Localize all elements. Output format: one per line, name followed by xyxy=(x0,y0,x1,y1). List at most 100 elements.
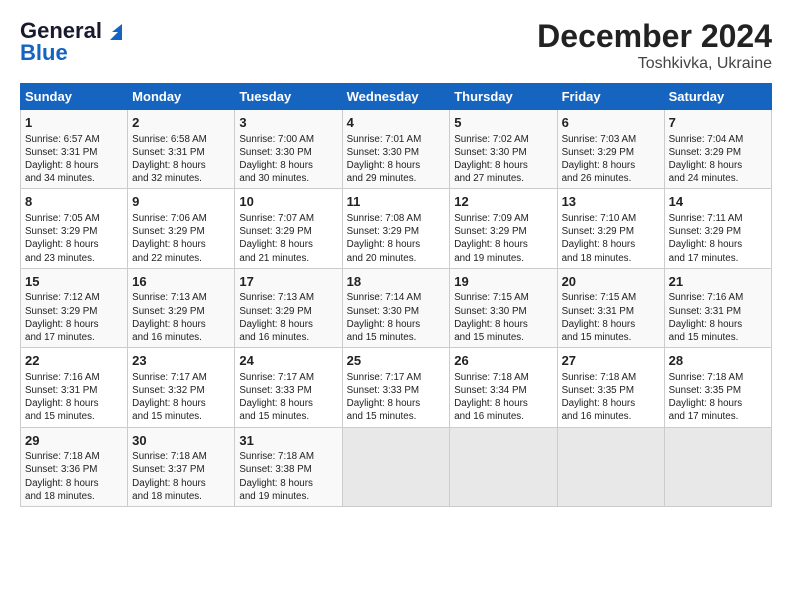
calendar-cell: 11Sunrise: 7:08 AM Sunset: 3:29 PM Dayli… xyxy=(342,189,450,268)
day-info: Sunrise: 7:10 AM Sunset: 3:29 PM Dayligh… xyxy=(562,212,660,265)
day-number: 13 xyxy=(562,193,660,211)
day-info: Sunrise: 7:05 AM Sunset: 3:29 PM Dayligh… xyxy=(25,212,123,265)
day-number: 6 xyxy=(562,114,660,132)
day-number: 27 xyxy=(562,352,660,370)
calendar-cell xyxy=(664,427,771,506)
header-cell-sunday: Sunday xyxy=(21,84,128,110)
header-cell-tuesday: Tuesday xyxy=(235,84,342,110)
header-cell-saturday: Saturday xyxy=(664,84,771,110)
calendar-cell xyxy=(342,427,450,506)
day-info: Sunrise: 6:57 AM Sunset: 3:31 PM Dayligh… xyxy=(25,133,123,186)
day-number: 20 xyxy=(562,273,660,291)
calendar-cell: 31Sunrise: 7:18 AM Sunset: 3:38 PM Dayli… xyxy=(235,427,342,506)
calendar-body: 1Sunrise: 6:57 AM Sunset: 3:31 PM Daylig… xyxy=(21,110,772,507)
calendar-cell: 17Sunrise: 7:13 AM Sunset: 3:29 PM Dayli… xyxy=(235,268,342,347)
calendar-week-3: 22Sunrise: 7:16 AM Sunset: 3:31 PM Dayli… xyxy=(21,348,772,427)
header-cell-wednesday: Wednesday xyxy=(342,84,450,110)
calendar-cell: 14Sunrise: 7:11 AM Sunset: 3:29 PM Dayli… xyxy=(664,189,771,268)
day-info: Sunrise: 7:00 AM Sunset: 3:30 PM Dayligh… xyxy=(239,133,337,186)
day-info: Sunrise: 7:18 AM Sunset: 3:38 PM Dayligh… xyxy=(239,450,337,503)
day-info: Sunrise: 7:06 AM Sunset: 3:29 PM Dayligh… xyxy=(132,212,230,265)
day-number: 17 xyxy=(239,273,337,291)
calendar-cell: 21Sunrise: 7:16 AM Sunset: 3:31 PM Dayli… xyxy=(664,268,771,347)
day-number: 14 xyxy=(669,193,767,211)
calendar-cell: 7Sunrise: 7:04 AM Sunset: 3:29 PM Daylig… xyxy=(664,110,771,189)
day-info: Sunrise: 7:17 AM Sunset: 3:32 PM Dayligh… xyxy=(132,371,230,424)
calendar-cell: 18Sunrise: 7:14 AM Sunset: 3:30 PM Dayli… xyxy=(342,268,450,347)
day-info: Sunrise: 6:58 AM Sunset: 3:31 PM Dayligh… xyxy=(132,133,230,186)
calendar-cell: 24Sunrise: 7:17 AM Sunset: 3:33 PM Dayli… xyxy=(235,348,342,427)
calendar-cell: 23Sunrise: 7:17 AM Sunset: 3:32 PM Dayli… xyxy=(128,348,235,427)
day-number: 7 xyxy=(669,114,767,132)
calendar-cell: 27Sunrise: 7:18 AM Sunset: 3:35 PM Dayli… xyxy=(557,348,664,427)
day-info: Sunrise: 7:07 AM Sunset: 3:29 PM Dayligh… xyxy=(239,212,337,265)
day-info: Sunrise: 7:03 AM Sunset: 3:29 PM Dayligh… xyxy=(562,133,660,186)
calendar-cell: 6Sunrise: 7:03 AM Sunset: 3:29 PM Daylig… xyxy=(557,110,664,189)
day-number: 5 xyxy=(454,114,552,132)
day-info: Sunrise: 7:18 AM Sunset: 3:37 PM Dayligh… xyxy=(132,450,230,503)
day-number: 18 xyxy=(347,273,446,291)
day-number: 26 xyxy=(454,352,552,370)
day-number: 2 xyxy=(132,114,230,132)
calendar-header: SundayMondayTuesdayWednesdayThursdayFrid… xyxy=(21,84,772,110)
page: General Blue December 2024 Toshkivka, Uk… xyxy=(0,0,792,517)
logo: General Blue xyxy=(20,18,122,66)
calendar-cell: 29Sunrise: 7:18 AM Sunset: 3:36 PM Dayli… xyxy=(21,427,128,506)
calendar-cell: 2Sunrise: 6:58 AM Sunset: 3:31 PM Daylig… xyxy=(128,110,235,189)
calendar-cell: 9Sunrise: 7:06 AM Sunset: 3:29 PM Daylig… xyxy=(128,189,235,268)
day-number: 19 xyxy=(454,273,552,291)
day-info: Sunrise: 7:08 AM Sunset: 3:29 PM Dayligh… xyxy=(347,212,446,265)
calendar-week-0: 1Sunrise: 6:57 AM Sunset: 3:31 PM Daylig… xyxy=(21,110,772,189)
day-info: Sunrise: 7:18 AM Sunset: 3:36 PM Dayligh… xyxy=(25,450,123,503)
day-info: Sunrise: 7:13 AM Sunset: 3:29 PM Dayligh… xyxy=(132,291,230,344)
logo-bird-icon xyxy=(104,22,122,40)
calendar-cell: 19Sunrise: 7:15 AM Sunset: 3:30 PM Dayli… xyxy=(450,268,557,347)
header-cell-friday: Friday xyxy=(557,84,664,110)
calendar-cell: 10Sunrise: 7:07 AM Sunset: 3:29 PM Dayli… xyxy=(235,189,342,268)
calendar-week-1: 8Sunrise: 7:05 AM Sunset: 3:29 PM Daylig… xyxy=(21,189,772,268)
header-cell-thursday: Thursday xyxy=(450,84,557,110)
day-number: 10 xyxy=(239,193,337,211)
day-info: Sunrise: 7:18 AM Sunset: 3:34 PM Dayligh… xyxy=(454,371,552,424)
day-info: Sunrise: 7:17 AM Sunset: 3:33 PM Dayligh… xyxy=(239,371,337,424)
day-info: Sunrise: 7:17 AM Sunset: 3:33 PM Dayligh… xyxy=(347,371,446,424)
day-number: 22 xyxy=(25,352,123,370)
day-number: 23 xyxy=(132,352,230,370)
day-info: Sunrise: 7:14 AM Sunset: 3:30 PM Dayligh… xyxy=(347,291,446,344)
calendar-week-4: 29Sunrise: 7:18 AM Sunset: 3:36 PM Dayli… xyxy=(21,427,772,506)
day-number: 1 xyxy=(25,114,123,132)
day-number: 12 xyxy=(454,193,552,211)
location: Toshkivka, Ukraine xyxy=(537,55,772,73)
day-number: 28 xyxy=(669,352,767,370)
calendar-cell: 13Sunrise: 7:10 AM Sunset: 3:29 PM Dayli… xyxy=(557,189,664,268)
calendar-cell: 4Sunrise: 7:01 AM Sunset: 3:30 PM Daylig… xyxy=(342,110,450,189)
day-number: 9 xyxy=(132,193,230,211)
day-number: 16 xyxy=(132,273,230,291)
day-info: Sunrise: 7:04 AM Sunset: 3:29 PM Dayligh… xyxy=(669,133,767,186)
day-number: 24 xyxy=(239,352,337,370)
calendar-cell: 1Sunrise: 6:57 AM Sunset: 3:31 PM Daylig… xyxy=(21,110,128,189)
calendar-cell: 15Sunrise: 7:12 AM Sunset: 3:29 PM Dayli… xyxy=(21,268,128,347)
day-number: 4 xyxy=(347,114,446,132)
day-number: 31 xyxy=(239,432,337,450)
calendar-cell: 8Sunrise: 7:05 AM Sunset: 3:29 PM Daylig… xyxy=(21,189,128,268)
day-info: Sunrise: 7:16 AM Sunset: 3:31 PM Dayligh… xyxy=(669,291,767,344)
day-info: Sunrise: 7:13 AM Sunset: 3:29 PM Dayligh… xyxy=(239,291,337,344)
calendar-week-2: 15Sunrise: 7:12 AM Sunset: 3:29 PM Dayli… xyxy=(21,268,772,347)
calendar-cell: 16Sunrise: 7:13 AM Sunset: 3:29 PM Dayli… xyxy=(128,268,235,347)
header-cell-monday: Monday xyxy=(128,84,235,110)
calendar-cell: 28Sunrise: 7:18 AM Sunset: 3:35 PM Dayli… xyxy=(664,348,771,427)
day-number: 8 xyxy=(25,193,123,211)
month-title: December 2024 Toshkivka, Ukraine xyxy=(537,18,772,73)
day-number: 3 xyxy=(239,114,337,132)
day-info: Sunrise: 7:01 AM Sunset: 3:30 PM Dayligh… xyxy=(347,133,446,186)
header: General Blue December 2024 Toshkivka, Uk… xyxy=(20,18,772,73)
day-info: Sunrise: 7:15 AM Sunset: 3:31 PM Dayligh… xyxy=(562,291,660,344)
day-info: Sunrise: 7:16 AM Sunset: 3:31 PM Dayligh… xyxy=(25,371,123,424)
day-info: Sunrise: 7:12 AM Sunset: 3:29 PM Dayligh… xyxy=(25,291,123,344)
day-number: 29 xyxy=(25,432,123,450)
day-info: Sunrise: 7:11 AM Sunset: 3:29 PM Dayligh… xyxy=(669,212,767,265)
day-info: Sunrise: 7:09 AM Sunset: 3:29 PM Dayligh… xyxy=(454,212,552,265)
calendar-cell: 12Sunrise: 7:09 AM Sunset: 3:29 PM Dayli… xyxy=(450,189,557,268)
calendar-cell: 20Sunrise: 7:15 AM Sunset: 3:31 PM Dayli… xyxy=(557,268,664,347)
